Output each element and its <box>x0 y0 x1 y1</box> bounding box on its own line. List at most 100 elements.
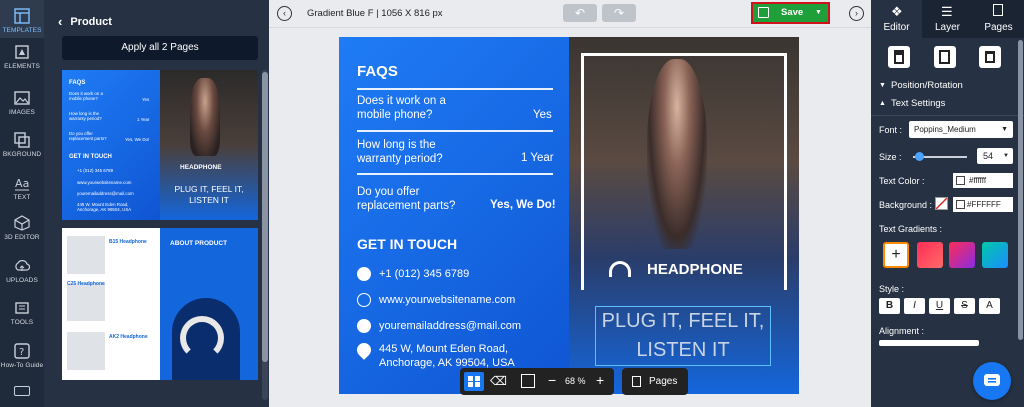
text-color-input[interactable]: #ffffff <box>953 173 1013 188</box>
rail-tools[interactable]: TOOLS <box>0 300 44 326</box>
canvas-web[interactable]: www.yourwebsitename.com <box>379 294 515 306</box>
rail-3d-editor-label: 3D EDITOR <box>4 234 40 241</box>
thumb2-product-image-2 <box>67 283 105 321</box>
pages-button[interactable]: Pages <box>622 368 688 395</box>
italic-button[interactable]: I <box>904 298 925 314</box>
selected-tagline-text[interactable]: PLUG IT, FEEL IT, LISTEN IT <box>595 306 771 366</box>
save-dropdown-icon[interactable]: ▼ <box>815 4 822 22</box>
undo-button[interactable]: ↶ <box>563 4 597 22</box>
no-fill-swatch[interactable] <box>935 197 948 210</box>
editor-icon: ❖ <box>891 4 903 19</box>
canvas-faqs-heading[interactable]: FAQS <box>357 63 398 80</box>
rail-elements-label: ELEMENTS <box>4 63 40 70</box>
redo-button[interactable]: ↷ <box>602 4 636 22</box>
document-title: Gradient Blue F | 1056 X 816 px <box>307 8 443 19</box>
thumb1-addr: 445 W. Mount Eden Road, Anchorage, AK 99… <box>77 202 132 212</box>
rail-how-to-guide[interactable]: ? How-To Guide <box>0 343 44 369</box>
canvas-a1[interactable]: Yes <box>533 109 552 121</box>
position-rotation-section[interactable]: ▼ Position/Rotation <box>871 77 1024 95</box>
format-painter-button[interactable] <box>888 46 910 68</box>
delete-button[interactable] <box>979 46 1001 68</box>
canvas-addr-line1[interactable]: 445 W, Mount Eden Road, <box>379 343 508 355</box>
save-label: Save <box>781 7 804 18</box>
canvas-left-column: FAQS Does it work on a mobile phone? Yes… <box>339 37 569 394</box>
elements-icon <box>15 45 29 59</box>
underline-button[interactable]: U <box>929 298 950 314</box>
pages-icon <box>993 4 1003 16</box>
divider <box>357 88 553 90</box>
text-settings-section[interactable]: ▲ Text Settings <box>871 95 1024 113</box>
rail-images[interactable]: IMAGES <box>0 90 44 116</box>
gradient-swatch-2[interactable] <box>949 242 975 268</box>
panel-scroll-thumb[interactable] <box>262 72 268 362</box>
rail-3d-editor[interactable]: 3D EDITOR <box>0 215 44 241</box>
thumb1-a2: 1 Year <box>137 117 150 122</box>
thumb1-touch: GET IN TOUCH <box>69 154 112 160</box>
collapse-left-icon[interactable]: ‹ <box>277 6 292 21</box>
rail-text-label: TEXT <box>13 194 31 201</box>
zoom-in-button[interactable]: + <box>596 372 604 388</box>
canvas-right-column: HEADPHONE PLUG IT, FEEL IT, LISTEN IT <box>569 37 799 394</box>
canvas-a2[interactable]: 1 Year <box>521 152 554 164</box>
rail-text[interactable]: Aa TEXT <box>0 175 44 201</box>
email-icon <box>357 319 371 333</box>
text-effect-button[interactable]: A <box>979 298 1000 314</box>
chat-support-button[interactable] <box>973 362 1011 400</box>
rail-templates[interactable]: TEMPLATES <box>0 0 44 38</box>
add-gradient-button[interactable]: + <box>883 242 909 268</box>
properties-panel: ❖ Editor ☰ Layer Pages ▼ Position/Rotati… <box>871 0 1024 407</box>
pages-label: Pages <box>649 376 678 387</box>
redo-icon: ↷ <box>613 6 625 20</box>
tab-layer[interactable]: ☰ Layer <box>922 0 973 38</box>
back-chevron-icon[interactable]: ‹ <box>58 14 62 29</box>
size-select[interactable]: 54 ▼ <box>977 148 1013 164</box>
tab-editor[interactable]: ❖ Editor <box>871 0 922 38</box>
gradient-swatch-3[interactable] <box>982 242 1008 268</box>
eraser-icon[interactable]: ⌫ <box>490 374 507 389</box>
gradient-swatch-1[interactable] <box>917 242 943 268</box>
save-button[interactable]: Save ▼ <box>751 2 830 24</box>
canvas-q3[interactable]: Do you offer replacement parts? <box>357 185 477 213</box>
tab-pages[interactable]: Pages <box>973 0 1024 38</box>
thumb1-model-image <box>190 78 220 156</box>
left-rail: TEMPLATES ELEMENTS IMAGES BKGROUND Aa TE… <box>0 0 44 407</box>
divider <box>357 173 553 175</box>
font-select[interactable]: Poppins_Medium ▼ <box>909 121 1013 138</box>
duplicate-button[interactable] <box>934 46 956 68</box>
canvas-q2[interactable]: How long is the warranty period? <box>357 138 477 166</box>
thumb2-p1: B15 Headphone <box>109 239 147 245</box>
canvas-email[interactable]: youremailaddress@mail.com <box>379 320 521 332</box>
svg-text:Aa: Aa <box>15 177 29 190</box>
bold-button[interactable]: B <box>879 298 900 314</box>
rail-background[interactable]: BKGROUND <box>0 132 44 158</box>
panel-scrollbar[interactable] <box>1018 40 1023 340</box>
collapse-right-icon[interactable]: › <box>849 6 864 21</box>
canvas-q1[interactable]: Does it work on a mobile phone? <box>357 94 477 122</box>
zoom-out-button[interactable]: − <box>548 372 556 388</box>
canvas-a3[interactable]: Yes, We Do! <box>490 199 556 211</box>
caret-up-icon: ▲ <box>879 100 886 107</box>
thumb1-phone: +1 (012) 345 6789 <box>77 168 114 173</box>
design-canvas[interactable]: FAQS Does it work on a mobile phone? Yes… <box>339 37 799 394</box>
keyboard-icon[interactable] <box>14 386 30 396</box>
thumb1-email: youremailaddress@mail.com <box>77 191 134 196</box>
thumb2-p2: C25 Headphone <box>67 281 105 287</box>
size-slider-thumb[interactable] <box>915 152 925 161</box>
alignment-buttons[interactable] <box>879 340 979 346</box>
grid-view-button[interactable] <box>464 372 484 391</box>
present-icon[interactable] <box>521 374 535 388</box>
tab-pages-label: Pages <box>984 22 1013 33</box>
apply-all-pages-button[interactable]: Apply all 2 Pages <box>62 36 258 60</box>
zoom-level: 68 % <box>565 376 586 386</box>
text-gradients-label: Text Gradients : <box>879 224 943 234</box>
rail-elements[interactable]: ELEMENTS <box>0 44 44 70</box>
canvas-touch-heading[interactable]: GET IN TOUCH <box>357 236 457 252</box>
canvas-brand[interactable]: HEADPHONE <box>647 261 743 278</box>
thumb2-p3: AK2 Headphone <box>109 334 148 340</box>
background-color-input[interactable]: #FFFFFF <box>953 197 1013 212</box>
rail-uploads[interactable]: UPLOADS <box>0 258 44 284</box>
canvas-phone[interactable]: +1 (012) 345 6789 <box>379 268 469 280</box>
page-thumbnail-2[interactable]: B15 Headphone C25 Headphone AK2 Headphon… <box>62 228 258 380</box>
page-thumbnail-1[interactable]: FAQS Does it work on a mobile phone? Yes… <box>62 70 258 220</box>
strikethrough-button[interactable]: S <box>954 298 975 314</box>
